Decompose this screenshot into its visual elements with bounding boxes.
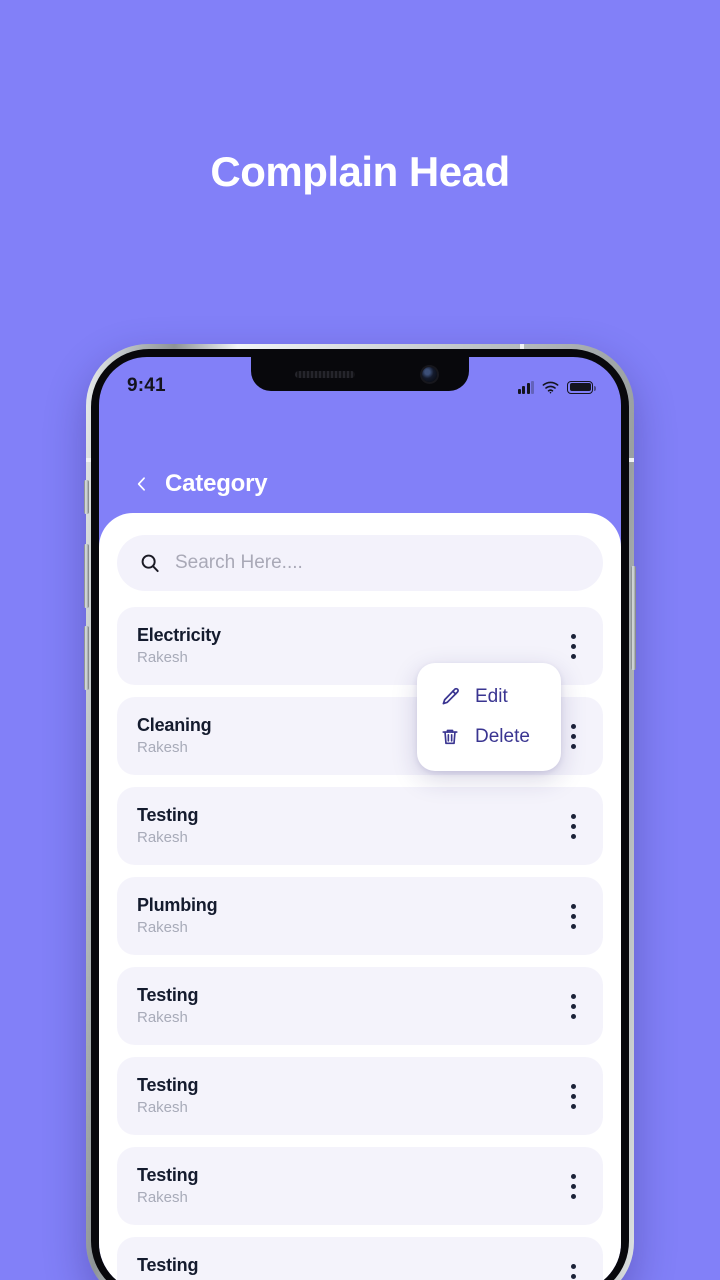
- phone-power-button: [631, 566, 636, 670]
- row-texts: Testing Rakesh: [137, 1254, 561, 1280]
- table-row[interactable]: Testing Rakesh: [117, 787, 603, 865]
- row-texts: Testing Rakesh: [137, 984, 561, 1029]
- front-camera-icon: [422, 367, 437, 382]
- table-row[interactable]: Testing Rakesh: [117, 1057, 603, 1135]
- row-texts: Testing Rakesh: [137, 804, 561, 849]
- search-icon: [139, 552, 161, 574]
- earpiece-speaker-icon: [295, 371, 355, 378]
- more-vertical-icon[interactable]: [561, 1079, 585, 1113]
- table-row[interactable]: Testing Rakesh: [117, 967, 603, 1045]
- category-name: Plumbing: [137, 894, 218, 915]
- more-vertical-icon[interactable]: [561, 719, 585, 753]
- screen-title: Category: [165, 470, 268, 497]
- wifi-icon: [542, 381, 559, 394]
- row-texts: Testing Rakesh: [137, 1074, 561, 1119]
- table-row[interactable]: Plumbing Rakesh: [117, 877, 603, 955]
- app-header: Category: [99, 457, 621, 511]
- phone-volume-up-button: [84, 544, 89, 608]
- pencil-icon: [439, 686, 461, 708]
- category-owner: Rakesh: [137, 919, 188, 937]
- table-row[interactable]: Testing Rakesh: [117, 1237, 603, 1280]
- status-bar-icons: [517, 380, 596, 394]
- search-input[interactable]: [175, 552, 581, 574]
- category-name: Testing: [137, 1074, 199, 1095]
- category-owner: Rakesh: [137, 1099, 188, 1117]
- row-texts: Electricity Rakesh: [137, 624, 561, 669]
- battery-full-icon: [567, 380, 596, 394]
- trash-icon: [439, 726, 461, 748]
- delete-menu-item[interactable]: Delete: [417, 717, 561, 757]
- row-texts: Testing Rakesh: [137, 1164, 561, 1209]
- cellular-signal-icon: [517, 380, 534, 394]
- row-context-menu[interactable]: Edit Delete: [417, 663, 561, 771]
- chevron-left-icon: [137, 477, 145, 491]
- category-name: Testing: [137, 804, 199, 825]
- phone-notch: [251, 357, 469, 391]
- more-vertical-icon[interactable]: [561, 1259, 585, 1280]
- status-bar-time: 9:41: [127, 375, 166, 396]
- more-vertical-icon[interactable]: [561, 809, 585, 843]
- phone-mockup: 9:41 Category Search Here.... Electricit…: [84, 344, 636, 1280]
- category-name: Testing: [137, 1254, 199, 1275]
- category-name: Electricity: [137, 624, 221, 645]
- row-texts: Plumbing Rakesh: [137, 894, 561, 939]
- content-sheet: Electricity Rakesh Cleaning Rakesh Testi…: [99, 513, 621, 1280]
- edit-menu-label: Edit: [475, 686, 508, 707]
- phone-volume-down-button: [84, 626, 89, 690]
- more-vertical-icon[interactable]: [561, 989, 585, 1023]
- category-name: Testing: [137, 1164, 199, 1185]
- phone-mute-switch: [84, 480, 89, 514]
- category-owner: Rakesh: [137, 1189, 188, 1207]
- more-vertical-icon[interactable]: [561, 899, 585, 933]
- more-vertical-icon[interactable]: [561, 629, 585, 663]
- table-row[interactable]: Testing Rakesh: [117, 1147, 603, 1225]
- page-title: Complain Head: [210, 148, 510, 195]
- back-button[interactable]: [131, 471, 153, 497]
- edit-menu-item[interactable]: Edit: [417, 677, 561, 717]
- category-owner: Rakesh: [137, 1009, 188, 1027]
- phone-screen: 9:41 Category Search Here.... Electricit…: [99, 357, 621, 1280]
- more-vertical-icon[interactable]: [561, 1169, 585, 1203]
- category-owner: Rakesh: [137, 829, 188, 847]
- search-bar[interactable]: [117, 535, 603, 591]
- category-name: Testing: [137, 984, 199, 1005]
- delete-menu-label: Delete: [475, 726, 530, 747]
